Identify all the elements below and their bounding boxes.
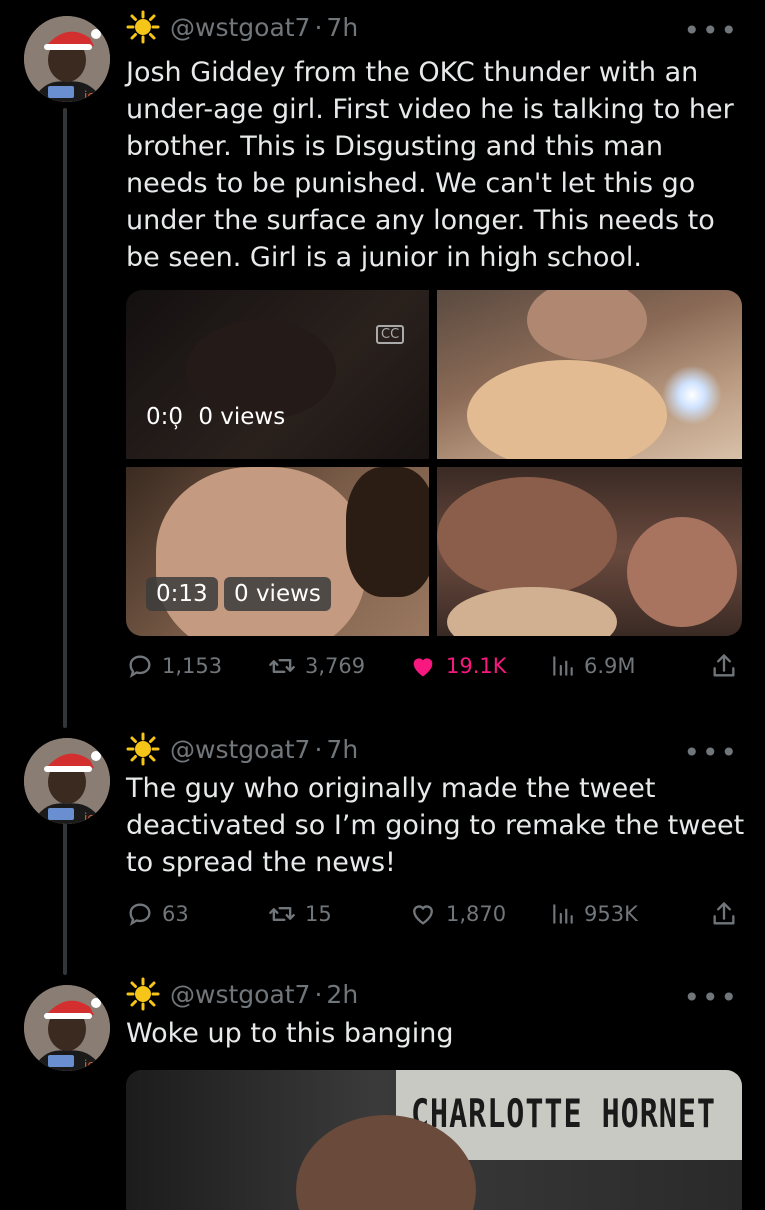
media-photo-2[interactable] [437, 467, 742, 636]
share-button[interactable] [710, 900, 738, 928]
retweet-icon [269, 659, 295, 673]
like-count: 1,870 [446, 902, 507, 926]
video-views: 0 views [234, 581, 321, 607]
like-button[interactable]: 19.1K [408, 652, 550, 680]
media-photo-3[interactable]: CHARLOTTE HORNET [126, 1070, 742, 1210]
avatar[interactable]: ic [24, 16, 110, 102]
video-duration-badge: 0:13 [146, 577, 218, 611]
closed-captions-icon[interactable]: CC [376, 325, 405, 344]
retweet-count: 15 [305, 902, 332, 926]
retweet-count: 3,769 [305, 654, 366, 678]
action-bar: 63 15 1,870 953K [126, 900, 746, 928]
view-count: 6.9M [584, 654, 636, 678]
share-icon [713, 902, 735, 925]
video-duration: 0:13 [156, 581, 208, 607]
tweet-header: @wstgoat7 · 2h [126, 977, 358, 1011]
heart-outline-icon [413, 905, 433, 925]
sun-emoji-icon [126, 732, 160, 766]
tweet-header: @wstgoat7 · 7h [126, 10, 358, 44]
video-duration-badge: 0:0̹ 0 views [146, 400, 285, 434]
separator: · [314, 734, 323, 764]
media-video-2[interactable]: 0:13 0 views [126, 467, 429, 636]
share-button[interactable] [710, 652, 738, 680]
action-bar: 1,153 3,769 19.1K 6.9M [126, 652, 746, 680]
more-options-icon[interactable]: ••• [683, 736, 739, 769]
retweet-button[interactable]: 15 [267, 900, 408, 928]
heart-filled-icon [413, 658, 433, 677]
sun-emoji-icon [126, 977, 160, 1011]
tweet-2[interactable]: ic @wstgoat7 · 7h ••• The guy who origin… [0, 730, 765, 960]
banner-sign-text: CHARLOTTE HORNET [411, 1092, 716, 1138]
video-views-badge: 0 views [224, 577, 331, 611]
more-options-icon[interactable]: ••• [683, 14, 739, 47]
svg-text:ic: ic [84, 811, 94, 824]
timestamp[interactable]: 2h [326, 980, 358, 1009]
separator: · [314, 12, 323, 42]
retweet-button[interactable]: 3,769 [267, 652, 408, 680]
like-count: 19.1K [446, 654, 507, 678]
handle[interactable]: @wstgoat7 [170, 13, 310, 42]
tweet-text: The guy who originally made the tweet de… [126, 773, 745, 878]
reply-button[interactable]: 63 [126, 900, 267, 928]
avatar[interactable]: ic [24, 985, 110, 1071]
svg-text:ic: ic [84, 89, 94, 102]
timestamp[interactable]: 7h [326, 735, 358, 764]
share-icon [713, 654, 735, 677]
handle[interactable]: @wstgoat7 [170, 735, 310, 764]
view-count: 953K [584, 902, 638, 926]
reply-count: 1,153 [162, 654, 223, 678]
sun-emoji-icon [126, 10, 160, 44]
views-button[interactable]: 953K [550, 900, 710, 928]
video-views: 0 views [198, 404, 286, 430]
reply-button[interactable]: 1,153 [126, 652, 267, 680]
tweet-header: @wstgoat7 · 7h [126, 732, 358, 766]
reply-icon [129, 903, 151, 926]
media-photo-1[interactable] [437, 290, 742, 459]
tweet-text: Josh Giddey from the OKC thunder with an… [126, 57, 734, 273]
tweet-1[interactable]: ic @wstgoat7 · 7h ••• Josh Giddey from t… [0, 0, 765, 720]
separator: · [314, 979, 323, 1009]
more-options-icon[interactable]: ••• [683, 981, 739, 1014]
handle[interactable]: @wstgoat7 [170, 980, 310, 1009]
video-duration: 0:0̹ [146, 404, 184, 430]
timestamp[interactable]: 7h [326, 13, 358, 42]
svg-text:ic: ic [84, 1058, 94, 1071]
views-button[interactable]: 6.9M [550, 652, 710, 680]
media-video-1[interactable]: CC 0:0̹ 0 views [126, 290, 429, 459]
retweet-icon [269, 907, 295, 921]
avatar[interactable]: ic [24, 738, 110, 824]
tweet-text: Woke up to this banging [126, 1018, 454, 1049]
views-chart-icon [553, 904, 573, 924]
reply-count: 63 [162, 902, 189, 926]
media-grid: CC 0:0̹ 0 views 0:13 0 views [126, 290, 742, 636]
reply-icon [129, 655, 151, 678]
views-chart-icon [553, 656, 573, 676]
like-button[interactable]: 1,870 [408, 900, 550, 928]
